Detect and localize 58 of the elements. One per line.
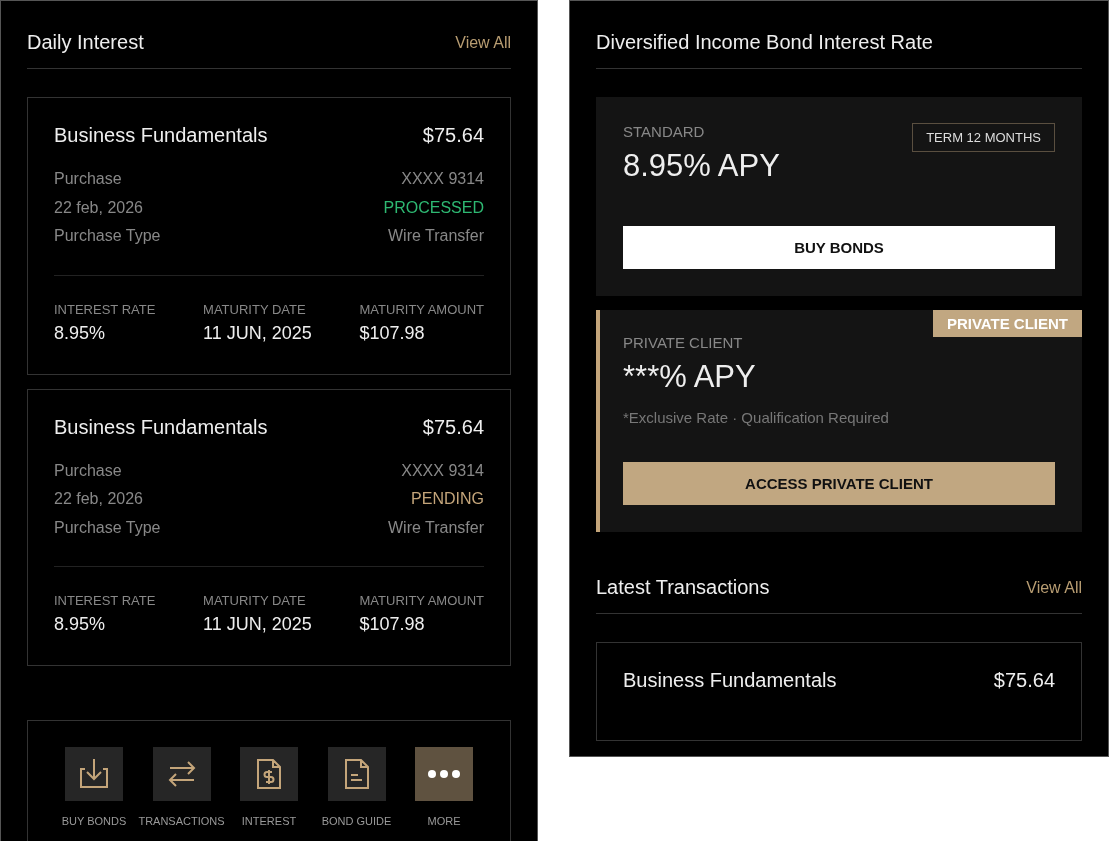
rate-value: ***% APY [623, 359, 757, 395]
purchase-date: 22 feb, 2026 [54, 197, 143, 218]
purchase-date: 22 feb, 2026 [54, 489, 143, 509]
status-label: PROCESSED [383, 197, 484, 218]
action-label: BUY BONDS [61, 815, 127, 827]
stat-value: 8.95% [54, 322, 107, 344]
section-title: Latest Transactions [596, 576, 770, 599]
action-label: MORE [427, 815, 461, 827]
action-tile[interactable] [65, 747, 123, 801]
status-label: PENDING [411, 489, 484, 509]
rate-note: *Exclusive Rate · Qualification Required [623, 409, 890, 426]
section-title: Diversified Income Bond Interest Rate [596, 31, 933, 54]
purchase-type-label: Purchase Type [54, 226, 161, 246]
action-label: BOND GUIDE [321, 815, 392, 827]
stat-value: 11 JUN, 2025 [203, 614, 312, 635]
purchase-label: Purchase [54, 460, 122, 481]
action-tile[interactable] [152, 747, 211, 801]
purchase-type-label: Purchase Type [54, 517, 161, 538]
stat-label: MATURITY DATE [203, 301, 307, 317]
section-title: Daily Interest [27, 31, 144, 54]
bond-name: Business Fundamentals [54, 124, 268, 147]
view-all-link[interactable]: View All [1026, 578, 1082, 597]
dollar-document-icon [256, 758, 282, 790]
more-button[interactable] [415, 747, 473, 801]
download-icon [77, 758, 111, 790]
view-all-link[interactable]: View All [455, 33, 511, 52]
stat-label: INTEREST RATE [54, 301, 156, 317]
rate-label: PRIVATE CLIENT [623, 334, 744, 351]
stat-label: INTEREST RATE [54, 593, 156, 608]
purchase-type: Wire Transfer [388, 226, 484, 246]
purchase-type: Wire Transfer [388, 517, 484, 538]
bond-name: Business Fundamentals [54, 415, 268, 439]
stat-label: MATURITY AMOUNT [359, 301, 484, 317]
more-icon [427, 769, 461, 779]
amount: $75.64 [422, 124, 484, 147]
action-label: INTEREST [241, 815, 297, 827]
stat-label: MATURITY AMOUNT [359, 593, 484, 608]
document-icon [343, 758, 370, 790]
amount: $75.64 [993, 669, 1055, 692]
purchase-label: Purchase [54, 169, 122, 189]
action-tile[interactable] [240, 747, 298, 801]
stat-value: $107.98 [359, 322, 426, 344]
stat-value: 11 JUN, 2025 [203, 322, 312, 344]
account-number: XXXX 9314 [401, 169, 484, 189]
action-tile[interactable] [327, 747, 386, 801]
stat-value: 8.95% [54, 614, 107, 635]
stat-label: MATURITY DATE [203, 593, 307, 608]
action-label: TRANSACTIONS [138, 815, 225, 827]
term-tag: TERM 12 MONTHS [912, 123, 1055, 152]
stat-value: $107.98 [359, 614, 426, 635]
account-number: XXXX 9314 [401, 460, 484, 481]
buy-bonds-button[interactable]: BUY BONDS [623, 226, 1055, 269]
rate-label: STANDARD [623, 123, 706, 140]
access-private-client-button[interactable]: ACCESS PRIVATE CLIENT [623, 462, 1055, 505]
private-client-badge: PRIVATE CLIENT [932, 310, 1082, 337]
amount: $75.64 [422, 415, 484, 439]
bond-name: Business Fundamentals [623, 669, 837, 692]
rate-value: 8.95% APY [623, 148, 780, 184]
